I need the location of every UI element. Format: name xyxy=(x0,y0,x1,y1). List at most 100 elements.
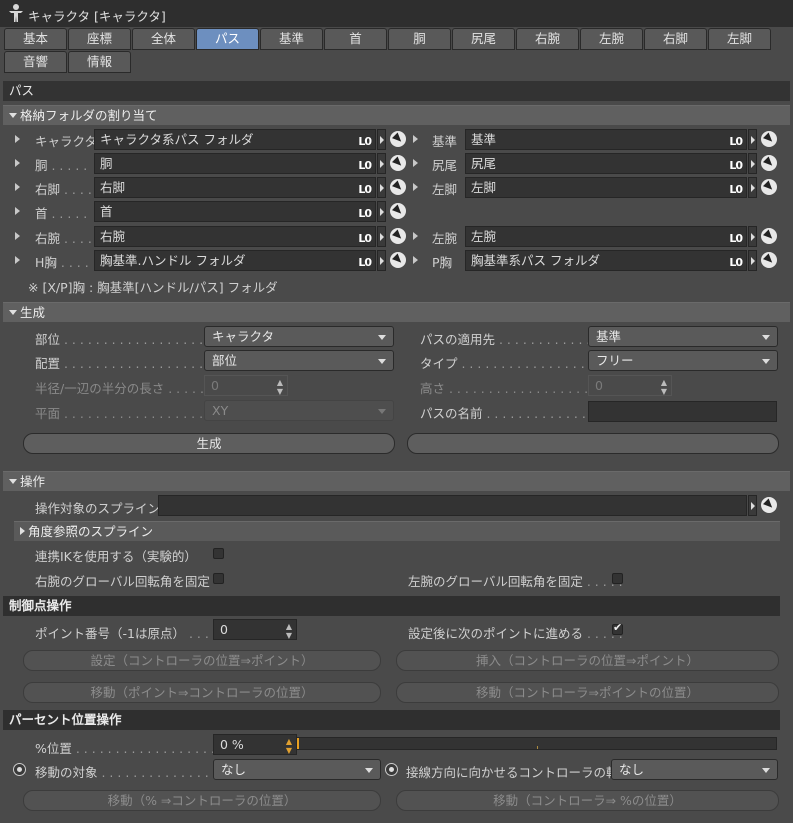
expand-arrow-icon[interactable] xyxy=(748,495,757,516)
folder-field-left-leg[interactable]: 左脚 L0 xyxy=(465,177,747,198)
spinner-icon[interactable]: ▲ ▼ xyxy=(286,620,292,640)
expand-arrow-icon[interactable] xyxy=(748,129,757,150)
type-dropdown[interactable]: フリー xyxy=(588,350,778,371)
tab-path[interactable]: パス xyxy=(196,28,259,50)
expand-arrow-icon[interactable] xyxy=(413,183,418,191)
move-target-dropdown[interactable]: なし xyxy=(213,759,381,780)
plane-dropdown[interactable]: XY xyxy=(204,400,394,421)
advance-checkbox[interactable] xyxy=(612,621,623,635)
expand-arrow-icon[interactable] xyxy=(15,183,20,191)
expand-arrow-icon[interactable] xyxy=(413,159,418,167)
object-picker-icon[interactable] xyxy=(761,497,777,513)
tab-right-arm[interactable]: 右腕 xyxy=(516,28,579,50)
expand-arrow-icon[interactable] xyxy=(413,232,418,240)
percent-slider-handle[interactable] xyxy=(297,738,299,749)
tab-root[interactable]: 基準 xyxy=(260,28,323,50)
expand-arrow-icon[interactable] xyxy=(413,256,418,264)
object-picker-icon[interactable] xyxy=(390,131,406,147)
expand-arrow-icon[interactable] xyxy=(748,153,757,174)
folder-field-tail[interactable]: 尻尾 L0 xyxy=(465,153,747,174)
expand-arrow-icon[interactable] xyxy=(15,207,20,215)
expand-arrow-icon[interactable] xyxy=(413,135,418,143)
expand-arrow-icon[interactable] xyxy=(748,177,757,198)
expand-arrow-icon[interactable] xyxy=(377,177,386,198)
angle-spline-header[interactable]: 角度参照のスプライン xyxy=(14,521,780,541)
operation-section-header[interactable]: 操作 xyxy=(3,471,790,491)
set-point-button[interactable]: 設定（コントローラの位置⇒ポイント） xyxy=(23,650,381,671)
folder-field-right-leg[interactable]: 右脚 L0 xyxy=(94,177,376,198)
radius-input[interactable]: 0 ▲ ▼ xyxy=(204,375,288,396)
tab-sound[interactable]: 音響 xyxy=(4,51,67,73)
expand-arrow-icon[interactable] xyxy=(15,232,20,240)
tangent-radio[interactable] xyxy=(385,763,398,776)
spinner-icon[interactable]: ▲ ▼ xyxy=(277,376,283,396)
folder-field-neck[interactable]: 首 L0 xyxy=(94,201,376,222)
tab-info[interactable]: 情報 xyxy=(68,51,131,73)
tab-right-leg[interactable]: 右脚 xyxy=(644,28,707,50)
folder-section-header[interactable]: 格納フォルダの割り当て xyxy=(3,105,790,125)
percent-slider[interactable] xyxy=(296,737,777,750)
tab-basic[interactable]: 基本 xyxy=(4,28,67,50)
spinner-icon[interactable]: ▲ ▼ xyxy=(286,735,292,755)
expand-arrow-icon[interactable] xyxy=(377,129,386,150)
tab-left-arm[interactable]: 左腕 xyxy=(580,28,643,50)
expand-arrow-icon[interactable] xyxy=(377,250,386,271)
generate-button[interactable]: 生成 xyxy=(23,433,395,454)
ik-checkbox[interactable] xyxy=(213,548,224,559)
folder-field-h-chest[interactable]: 胸基準.ハンドル フォルダ L0 xyxy=(94,250,376,271)
percent-input[interactable]: 0 % ▲ ▼ xyxy=(213,734,297,755)
move-controller-to-point-button[interactable]: 移動（コントローラ⇒ポイントの位置） xyxy=(396,682,779,703)
spline-field[interactable] xyxy=(158,495,747,516)
expand-arrow-icon[interactable] xyxy=(377,226,386,247)
height-input[interactable]: 0 ▲ ▼ xyxy=(588,375,672,396)
object-picker-icon[interactable] xyxy=(761,252,777,268)
tab-torso[interactable]: 胴 xyxy=(388,28,451,50)
right-arm-fix-checkbox[interactable] xyxy=(213,573,224,584)
expand-arrow-icon[interactable] xyxy=(15,159,20,167)
expand-arrow-icon[interactable] xyxy=(748,226,757,247)
move-percent-to-controller-button[interactable]: 移動（% ⇒コントローラの位置） xyxy=(23,790,381,811)
point-number-input[interactable]: 0 ▲ ▼ xyxy=(213,619,297,640)
point-number-label: ポイント番号（-1は原点） . . . xyxy=(35,626,209,641)
expand-arrow-icon[interactable] xyxy=(15,135,20,143)
object-picker-icon[interactable] xyxy=(390,228,406,244)
folder-field-right-arm[interactable]: 右腕 L0 xyxy=(94,226,376,247)
object-picker-icon[interactable] xyxy=(761,131,777,147)
move-controller-to-percent-button[interactable]: 移動（コントローラ⇒ %の位置） xyxy=(396,790,779,811)
expand-arrow-icon[interactable] xyxy=(377,153,386,174)
object-picker-icon[interactable] xyxy=(390,179,406,195)
tab-coordinates[interactable]: 座標 xyxy=(68,28,131,50)
move-point-to-controller-button[interactable]: 移動（ポイント⇒コントローラの位置） xyxy=(23,682,381,703)
generate-section-header[interactable]: 生成 xyxy=(3,302,790,322)
object-picker-icon[interactable] xyxy=(761,179,777,195)
expand-arrow-icon[interactable] xyxy=(377,201,386,222)
expand-arrow-icon[interactable] xyxy=(15,256,20,264)
placement-dropdown[interactable]: 部位 xyxy=(204,350,394,371)
object-picker-icon[interactable] xyxy=(390,203,406,219)
folder-field-character[interactable]: キャラクタ系パス フォルダ L0 xyxy=(94,129,376,150)
tab-global[interactable]: 全体 xyxy=(132,28,195,50)
insert-point-button[interactable]: 挿入（コントローラの位置⇒ポイント） xyxy=(396,650,779,671)
object-picker-icon[interactable] xyxy=(761,228,777,244)
left-arm-fix-checkbox[interactable] xyxy=(612,573,623,584)
folder-field-left-arm[interactable]: 左腕 L0 xyxy=(465,226,747,247)
move-target-radio[interactable] xyxy=(13,763,26,776)
spinner-icon[interactable]: ▲ ▼ xyxy=(661,376,667,396)
tab-left-leg[interactable]: 左脚 xyxy=(708,28,771,50)
object-picker-icon[interactable] xyxy=(390,252,406,268)
folder-field-torso[interactable]: 胴 L0 xyxy=(94,153,376,174)
secondary-generate-button[interactable] xyxy=(407,433,779,454)
object-picker-icon[interactable] xyxy=(761,155,777,171)
target-dropdown[interactable]: 基準 xyxy=(588,326,778,347)
folder-field-p-chest[interactable]: 胸基準系パス フォルダ L0 xyxy=(465,250,747,271)
folder-field-root[interactable]: 基準 L0 xyxy=(465,129,747,150)
part-dropdown[interactable]: キャラクタ xyxy=(204,326,394,347)
tab-tail[interactable]: 尻尾 xyxy=(452,28,515,50)
expand-arrow-icon xyxy=(20,527,25,535)
tab-neck[interactable]: 首 xyxy=(324,28,387,50)
folder-label-root: 基準 xyxy=(432,134,458,149)
expand-arrow-icon[interactable] xyxy=(748,250,757,271)
tangent-dropdown[interactable]: なし xyxy=(611,759,778,780)
object-picker-icon[interactable] xyxy=(390,155,406,171)
pathname-input[interactable] xyxy=(588,401,777,422)
